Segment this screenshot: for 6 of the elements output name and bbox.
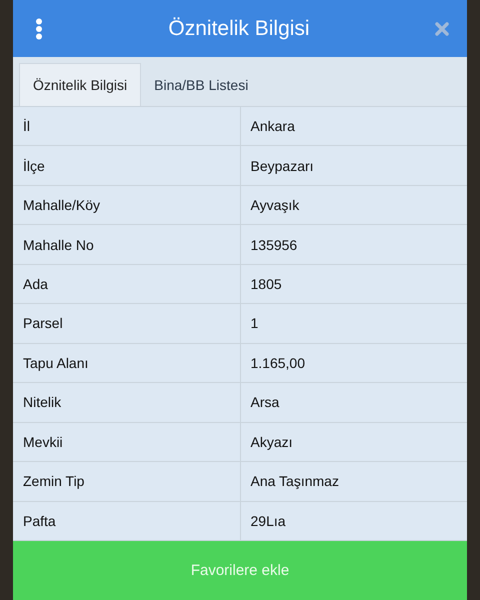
- tab[interactable]: Bina/BB Listesi: [141, 63, 262, 106]
- more-icon: [35, 18, 43, 40]
- dialog-title: Öznitelik Bilgisi: [168, 16, 310, 40]
- menu-button[interactable]: [33, 16, 45, 42]
- tab[interactable]: Öznitelik Bilgisi: [19, 63, 142, 106]
- close-icon: [435, 22, 449, 36]
